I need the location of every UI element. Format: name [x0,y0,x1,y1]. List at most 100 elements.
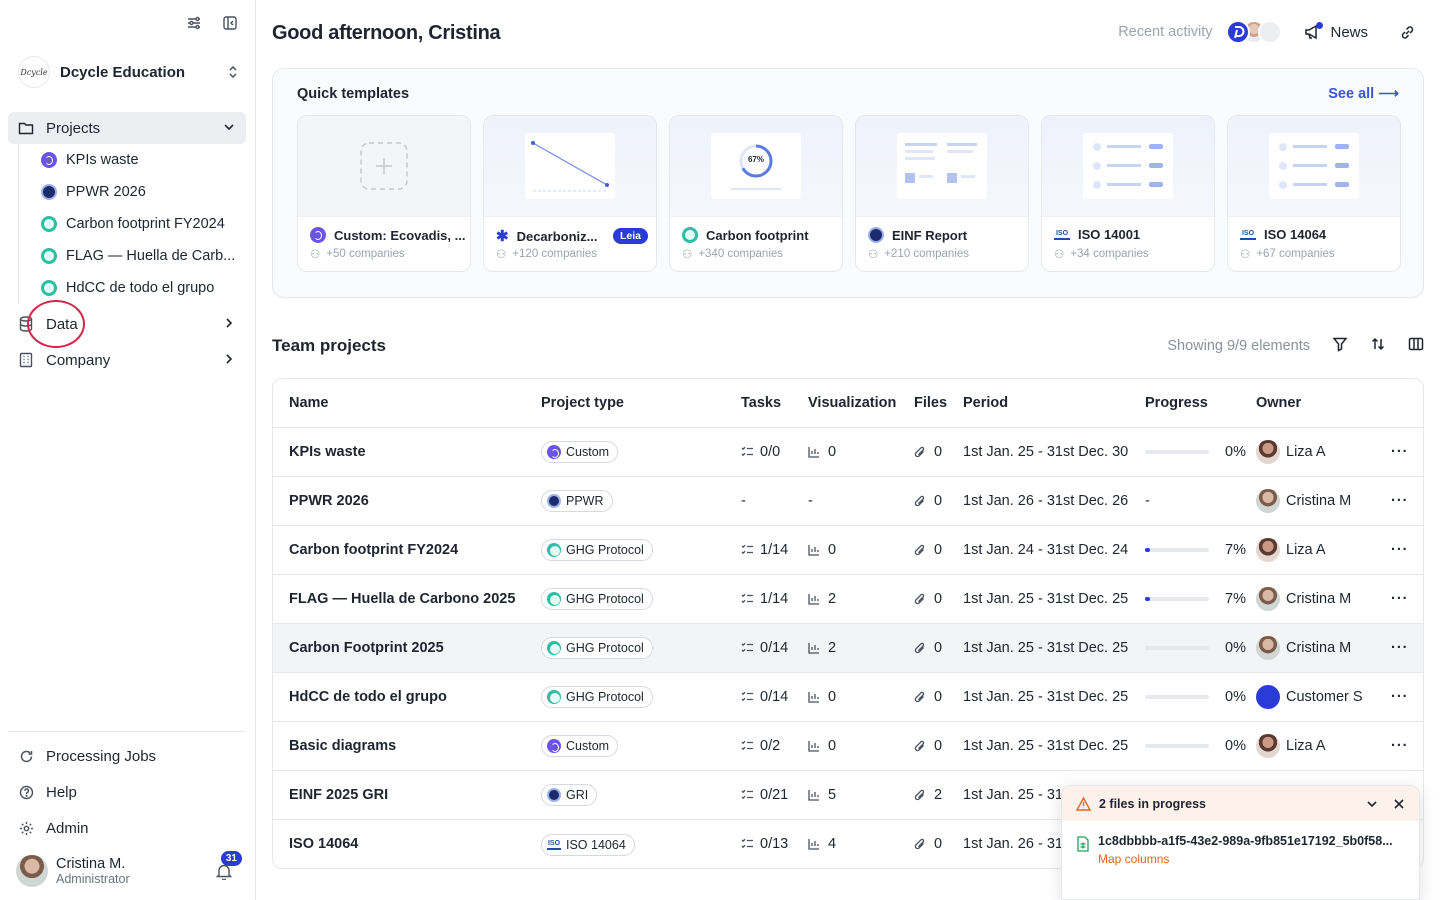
nav-help-label: Help [46,783,77,801]
project-name[interactable]: HdCC de todo el grupo [289,689,447,705]
column-header[interactable]: Owner [1256,395,1301,411]
chart-icon [808,593,820,605]
table-row[interactable]: PPWR 2026 PPWR - - 0 1st Jan. 26 - 31st Dec. … [273,477,1423,526]
link-icon[interactable] [1396,21,1418,43]
see-all-link[interactable]: See all ⟶ [1328,86,1399,102]
chart-icon [808,642,820,654]
table-row[interactable]: HdCC de todo el grupo GHG Protocol 0/14 0 0 1… [273,673,1423,722]
tasks-count: 0/13 [760,836,789,852]
collapse-sidebar-icon[interactable] [219,12,241,34]
filter-icon[interactable] [1332,336,1348,356]
close-icon[interactable] [1393,798,1405,810]
more-options-icon[interactable]: ··· [1391,640,1409,656]
project-name[interactable]: FLAG — Huella de Carbono 2025 [289,591,515,607]
nav-company[interactable]: Company [8,344,246,376]
tasks-icon [741,593,754,605]
news-label: News [1330,23,1368,41]
tasks-count: 1/14 [760,542,789,558]
project-name[interactable]: Basic diagrams [289,738,396,754]
sort-icon[interactable] [1370,336,1386,356]
template-thumbnail [856,116,1028,217]
visualization-count: 0 [828,444,837,460]
template-card[interactable]: ISO ISO 14064 ⚇ +67 companies [1227,115,1401,272]
columns-icon[interactable] [1408,336,1424,356]
template-card[interactable]: 67% Carbon footprint ⚇ +340 companies [669,115,843,272]
sidebar-project-item[interactable]: FLAG — Huella de Carb... [19,240,246,272]
more-options-icon[interactable]: ··· [1391,444,1409,460]
donut-thumbnail: 67% [711,133,801,199]
nav-projects[interactable]: Projects [8,112,246,144]
more-options-icon[interactable]: ··· [1391,689,1409,705]
project-name[interactable]: EINF 2025 GRI [289,787,388,803]
avatar [1256,636,1280,660]
settings-sliders-icon[interactable] [183,12,205,34]
gear-icon [18,820,34,836]
map-columns-link[interactable]: Map columns [1098,852,1404,866]
progress-value: 0% [1225,640,1246,656]
project-name[interactable]: Carbon footprint FY2024 [289,542,458,558]
sidebar-project-item[interactable]: PPWR 2026 [19,176,246,208]
sidebar-project-item[interactable]: KPIs waste [19,144,246,176]
more-options-icon[interactable]: ··· [1391,493,1409,509]
column-header[interactable]: Period [963,395,1008,411]
visualization-count: - [808,493,813,509]
project-name[interactable]: PPWR 2026 [289,493,369,509]
nav-help[interactable]: Help [8,776,246,808]
table-row[interactable]: Carbon footprint FY2024 GHG Protocol 1/14 0… [273,526,1423,575]
template-card[interactable]: ✱ Decarboniz... Leia ⚇ +120 companies [483,115,657,272]
project-type-label: GHG Protocol [566,690,644,704]
tasks-count: 0/14 [760,640,789,656]
nav-admin[interactable]: Admin [8,812,246,844]
tasks-icon [741,544,754,556]
column-header[interactable]: Tasks [741,395,781,411]
table-row[interactable]: KPIs waste Custom 0/0 0 0 1st Jan. 25 - 31st … [273,428,1423,477]
column-header[interactable]: Project type [541,395,624,411]
chevron-down-icon[interactable] [1365,797,1379,811]
avatar [1256,587,1280,611]
users-icon: ⚇ [868,249,879,261]
table-row[interactable]: FLAG — Huella de Carbono 2025 GHG Protoco… [273,575,1423,624]
sidebar-project-item[interactable]: Carbon footprint FY2024 [19,208,246,240]
project-name[interactable]: Carbon Footprint 2025 [289,640,444,656]
column-header[interactable]: Name [289,395,329,411]
template-card[interactable]: EINF Report ⚇ +210 companies [855,115,1029,272]
chevron-down-icon [222,120,236,138]
line-chart-thumbnail [525,133,615,199]
files-count: 0 [934,640,943,656]
chart-icon [808,838,820,850]
project-type-icon [547,445,561,459]
organization-switcher[interactable]: Dcycle Dcycle Education [18,56,239,88]
nav-processing-jobs[interactable]: Processing Jobs [8,740,246,772]
notifications-button[interactable]: 31 [215,851,242,885]
more-options-icon[interactable]: ··· [1391,738,1409,754]
template-companies: +34 companies [1070,248,1149,260]
tasks-icon [741,691,754,703]
table-row[interactable]: Basic diagrams Custom 0/2 0 0 1st Jan. 25 - 3… [273,722,1423,771]
template-thumbnail [484,116,656,217]
more-options-icon[interactable]: ··· [1391,542,1409,558]
chart-icon [808,740,820,752]
project-name[interactable]: ISO 14064 [289,836,358,852]
owner-name: Liza A [1286,542,1326,558]
recent-activity-avatars[interactable] [1226,20,1283,44]
paperclip-icon [914,446,926,459]
column-header[interactable]: Progress [1145,395,1208,411]
checklist-thumbnail [1269,133,1359,199]
project-label: PPWR 2026 [66,184,146,200]
template-card[interactable]: ISO ISO 14001 ⚇ +34 companies [1041,115,1215,272]
project-type-pill: GHG Protocol [541,637,653,659]
more-options-icon[interactable]: ··· [1391,591,1409,607]
template-card[interactable]: Custom: Ecovadis, ... ⚇ +50 companies [297,115,471,272]
project-name[interactable]: KPIs waste [289,444,366,460]
project-type-pill: GHG Protocol [541,686,653,708]
recent-activity-label[interactable]: Recent activity [1118,24,1212,40]
project-type-pill: GHG Protocol [541,588,653,610]
column-header[interactable]: Files [914,395,947,411]
user-profile[interactable]: Cristina M. Administrator 31 [16,851,244,887]
progress-value: 0% [1225,689,1246,705]
news-button[interactable]: News [1304,21,1368,41]
table-row[interactable]: Carbon Footprint 2025 GHG Protocol 0/14 2 0 1… [273,624,1423,673]
column-header[interactable]: Visualization [808,395,896,411]
progress-bar [1145,548,1209,552]
progress-fill [1145,548,1150,552]
